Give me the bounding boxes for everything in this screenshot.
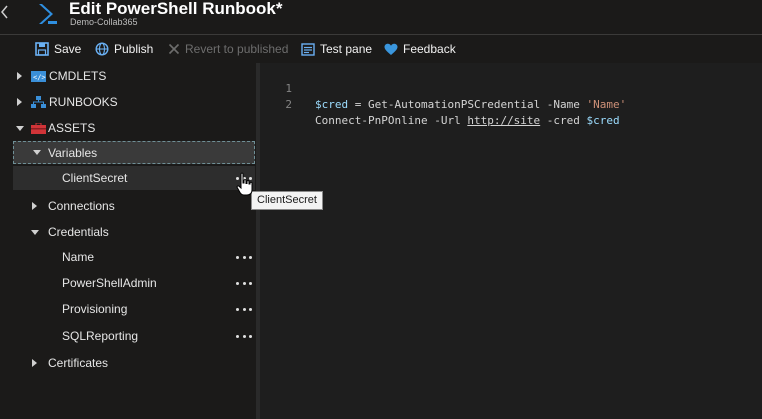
tree-label-credential: PowerShellAdmin — [62, 276, 157, 290]
feedback-button[interactable]: Feedback — [384, 39, 456, 59]
tree-item-credential-name[interactable]: Name — [0, 245, 256, 269]
test-pane-label: Test pane — [320, 42, 373, 56]
chevron-down-icon[interactable] — [16, 125, 24, 131]
revert-to-published-button[interactable]: Revert to published — [168, 39, 288, 59]
more-options-icon[interactable] — [236, 303, 252, 315]
tree-label-assets: ASSETS — [48, 121, 96, 135]
tree-label-certificates: Certificates — [48, 356, 109, 370]
runbook-hierarchy-icon — [31, 96, 46, 108]
command-bar: Save Publish Revert to published Test pa… — [0, 34, 762, 61]
chevron-right-icon[interactable] — [32, 202, 37, 210]
code-token-variable: $cred — [586, 114, 620, 127]
code-token-variable: $cred — [315, 98, 349, 111]
tree-item-credential-provisioning[interactable]: Provisioning — [0, 297, 256, 321]
tooltip: ClientSecret — [251, 191, 323, 210]
assets-toolbox-icon — [31, 122, 46, 134]
code-text: Connect-PnPOnline -Url http://site -cred… — [315, 113, 620, 129]
tree-label-credential: Provisioning — [62, 302, 128, 316]
tree-node-variables[interactable]: Variables — [13, 141, 255, 164]
code-token-command: Connect-PnPOnline -Url — [315, 114, 468, 127]
feedback-label: Feedback — [403, 42, 456, 56]
chevron-left-icon[interactable] — [0, 0, 10, 24]
code-token-operator: = — [348, 98, 368, 111]
tree-label-clientsecret: ClientSecret — [62, 171, 128, 185]
tree-node-runbooks[interactable]: RUNBOOKS — [0, 90, 256, 114]
save-button[interactable]: Save — [35, 39, 81, 59]
tree-label-connections: Connections — [48, 199, 115, 213]
chevron-down-icon[interactable] — [31, 229, 39, 235]
tree-node-credentials[interactable]: Credentials — [0, 220, 256, 244]
tree-label-credential: SQLReporting — [62, 329, 139, 343]
code-line: 2 Connect-PnPOnline -Url http://site -cr… — [260, 81, 762, 127]
tree-node-connections[interactable]: Connections — [0, 194, 256, 218]
title-bar: Edit PowerShell Runbook* Demo-Collab365 — [0, 0, 762, 33]
save-label: Save — [54, 42, 82, 56]
revert-label: Revert to published — [185, 42, 289, 56]
tree-item-credential-sqlreporting[interactable]: SQLReporting — [0, 324, 256, 348]
more-options-icon[interactable] — [236, 277, 252, 289]
more-options-icon[interactable] — [236, 330, 252, 342]
hand-pointer-cursor-icon — [236, 172, 254, 198]
code-token-url-link[interactable]: http://site — [467, 114, 540, 127]
svg-text:</>: </> — [33, 73, 46, 81]
globe-icon — [95, 42, 109, 56]
code-line: 1 $cred = Get-AutomationPSCredential -Na… — [260, 65, 762, 111]
chevron-down-icon[interactable] — [33, 150, 41, 155]
asset-tree-sidebar: </> CMDLETS RUNBOOKS ASSETS Variables Cl… — [0, 63, 256, 419]
powershell-logo-icon — [36, 2, 60, 26]
code-token-string: 'Name' — [586, 98, 627, 111]
tree-label-cmdlets: CMDLETS — [49, 69, 107, 83]
tree-node-cmdlets[interactable]: </> CMDLETS — [0, 64, 256, 88]
tree-item-credential-powershelladmin[interactable]: PowerShellAdmin — [0, 271, 256, 295]
tree-label-credentials: Credentials — [48, 225, 109, 239]
more-options-icon[interactable] — [236, 251, 252, 263]
publish-button[interactable]: Publish — [95, 39, 153, 59]
test-pane-icon — [301, 42, 315, 56]
tree-label-credential: Name — [62, 250, 95, 264]
code-text: $cred = Get-AutomationPSCredential -Name… — [315, 97, 626, 113]
code-token-command: Get-AutomationPSCredential -Name — [368, 98, 587, 111]
chevron-right-icon[interactable] — [32, 359, 37, 367]
tree-node-certificates[interactable]: Certificates — [0, 351, 256, 375]
tree-item-clientsecret[interactable]: ClientSecret — [13, 166, 255, 190]
code-token-parameter: -cred — [540, 114, 587, 127]
chevron-right-icon[interactable] — [17, 72, 22, 80]
save-icon — [35, 42, 49, 56]
cmdlet-icon: </> — [31, 70, 46, 82]
close-icon — [168, 43, 180, 55]
heart-icon — [384, 43, 398, 55]
tree-node-assets[interactable]: ASSETS — [0, 116, 256, 140]
tree-label-variables: Variables — [48, 145, 98, 160]
page-subtitle: Demo-Collab365 — [70, 17, 138, 27]
line-number: 2 — [285, 98, 292, 111]
code-editor[interactable]: 1 $cred = Get-AutomationPSCredential -Na… — [260, 63, 762, 419]
test-pane-button[interactable]: Test pane — [301, 39, 372, 59]
tree-label-runbooks: RUNBOOKS — [49, 95, 118, 109]
publish-label: Publish — [114, 42, 154, 56]
chevron-right-icon[interactable] — [17, 98, 22, 106]
